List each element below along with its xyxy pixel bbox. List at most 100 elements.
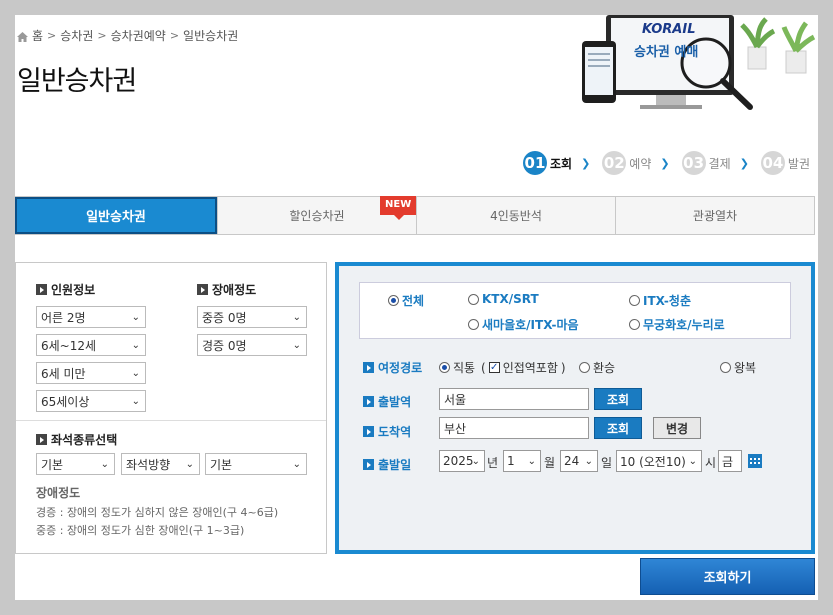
new-badge: NEW	[380, 196, 417, 220]
ticket-type-tabs: 일반승차권 할인승차권 NEW 4인동반석 관광열차	[15, 196, 815, 235]
row-label-text: 출발일	[378, 458, 412, 472]
bullet-icon	[36, 434, 47, 445]
step-number: 03	[681, 151, 706, 175]
radio-dot	[439, 362, 450, 373]
breadcrumb-current: 일반승차권	[183, 29, 239, 43]
child-select[interactable]: 6세~12세 ⌄	[36, 334, 146, 356]
calendar-icon[interactable]	[748, 454, 762, 468]
step-label: 예약	[629, 156, 652, 171]
step-issue: 04 발권	[760, 151, 810, 175]
select-value: 경증 0명	[202, 338, 247, 353]
tab-four-person-seat[interactable]: 4인동반석	[416, 197, 615, 234]
breadcrumb-home[interactable]: 홈	[32, 27, 43, 44]
train-radio-ktx[interactable]: KTX/SRT	[468, 292, 539, 306]
select-value: 기본	[41, 457, 64, 472]
select-value: 좌석방향	[126, 457, 171, 472]
step-number: 02	[602, 151, 627, 175]
chevron-right-icon: ❯	[739, 156, 749, 170]
chevron-down-icon: ⌄	[100, 459, 109, 470]
month-select[interactable]: 1 ⌄	[503, 450, 541, 472]
hour-select[interactable]: 10 (오전10) ⌄	[616, 450, 702, 472]
tab-discount-ticket[interactable]: 할인승차권 NEW	[217, 196, 417, 234]
search-panel: 전체 KTX/SRT ITX-청춘 새마을호/ITX-마음 무궁화호/누리로 여	[335, 262, 815, 554]
senior-select[interactable]: 65세이상 ⌄	[36, 390, 146, 412]
bullet-icon	[363, 396, 374, 407]
radio-label: 왕복	[734, 361, 757, 375]
breadcrumb-ticket[interactable]: 승차권	[60, 27, 93, 44]
section-label: 좌석종류선택	[51, 433, 118, 447]
bullet-icon	[363, 362, 374, 373]
radio-label: 환승	[593, 361, 616, 375]
select-value: 6세~12세	[41, 338, 97, 353]
radio-dot	[468, 319, 479, 330]
step-number: 01	[522, 151, 547, 175]
step-payment: 03 결제 ❯	[681, 151, 755, 175]
month-unit: 월	[544, 456, 556, 470]
departure-date-label: 출발일	[363, 456, 411, 473]
korail-banner: KORAIL 승차권 예매	[580, 15, 818, 120]
radio-label: 직통	[453, 361, 476, 375]
year-select[interactable]: 2025 ⌄	[439, 450, 485, 472]
bullet-icon	[197, 284, 208, 295]
departure-search-button[interactable]: 조회	[594, 388, 642, 410]
chevron-down-icon: ⌄	[292, 312, 301, 323]
select-value: 65세이상	[41, 394, 90, 409]
tab-general-ticket[interactable]: 일반승차권	[15, 197, 217, 234]
train-radio-saemaeul[interactable]: 새마을호/ITX-마음	[468, 316, 579, 333]
chevron-right-icon: >	[169, 29, 180, 42]
route-radio-direct[interactable]: 직통	[439, 359, 475, 376]
radio-dot	[579, 362, 590, 373]
chevron-down-icon: ⌄	[131, 368, 140, 379]
step-number: 04	[760, 151, 785, 175]
step-label: 발권	[787, 156, 810, 171]
radio-label: KTX/SRT	[482, 292, 539, 306]
train-radio-mugunghwa[interactable]: 무궁화호/누리로	[629, 316, 725, 333]
route-label: 여정경로	[363, 359, 422, 376]
seat-direction-select[interactable]: 좌석방향 ⌄	[121, 453, 200, 475]
select-value: 어른 2명	[41, 310, 86, 325]
select-value: 중증 0명	[202, 310, 247, 325]
departure-station-input[interactable]: 서울	[439, 388, 589, 410]
search-submit-button[interactable]: 조회하기	[640, 558, 815, 595]
select-value: 기본	[210, 457, 233, 472]
paren-open: (	[481, 360, 486, 375]
chevron-down-icon: ⌄	[131, 396, 140, 407]
seat-type-title: 좌석종류선택	[36, 431, 117, 448]
row-label-text: 도착역	[378, 425, 412, 439]
nearby-station-checkbox[interactable]: ( ✓ 인접역포함 )	[481, 359, 566, 376]
chevron-down-icon: ⌄	[584, 456, 593, 467]
passenger-info-title: 인원정보	[36, 281, 95, 298]
day-select[interactable]: 24 ⌄	[560, 450, 598, 472]
chevron-down-icon: ⌄	[131, 312, 140, 323]
train-radio-itx-cheongchun[interactable]: ITX-청춘	[629, 292, 691, 309]
route-radio-transfer[interactable]: 환승	[579, 359, 615, 376]
passenger-panel: 인원정보 장애정도 어른 2명 ⌄ 6세~12세 ⌄ 6세 미만 ⌄ 65세이상…	[15, 262, 327, 554]
breadcrumb-reservation[interactable]: 승차권예약	[111, 27, 166, 44]
divider	[16, 420, 326, 421]
tab-tour-train[interactable]: 관광열차	[615, 197, 814, 234]
bullet-icon	[36, 284, 47, 295]
radio-dot	[468, 293, 479, 305]
check-icon[interactable]: ✓	[488, 362, 500, 373]
swap-stations-button[interactable]: 변경	[653, 417, 701, 439]
home-icon[interactable]	[17, 31, 28, 42]
radio-dot	[388, 295, 399, 306]
step-label: 조회	[549, 156, 573, 171]
row-label-text: 여정경로	[378, 361, 423, 375]
route-radio-round-trip[interactable]: 왕복	[720, 359, 756, 376]
infant-select[interactable]: 6세 미만 ⌄	[36, 362, 146, 384]
radio-label: 전체	[402, 294, 425, 308]
severe-disability-select[interactable]: 중증 0명 ⌄	[197, 306, 307, 328]
mild-disability-select[interactable]: 경증 0명 ⌄	[197, 334, 307, 356]
select-value: 6세 미만	[41, 366, 86, 381]
adult-select[interactable]: 어른 2명 ⌄	[36, 306, 146, 328]
select-value: 24	[564, 454, 580, 468]
train-radio-all[interactable]: 전체	[388, 292, 424, 309]
arrival-station-input[interactable]: 부산	[439, 417, 589, 439]
chevron-right-icon: >	[47, 29, 57, 42]
seat-class-select[interactable]: 기본 ⌄	[36, 453, 115, 475]
seat-position-select[interactable]: 기본 ⌄	[205, 453, 307, 475]
year-unit: 년	[487, 456, 499, 470]
arrival-search-button[interactable]: 조회	[594, 417, 642, 439]
radio-dot	[629, 319, 640, 330]
